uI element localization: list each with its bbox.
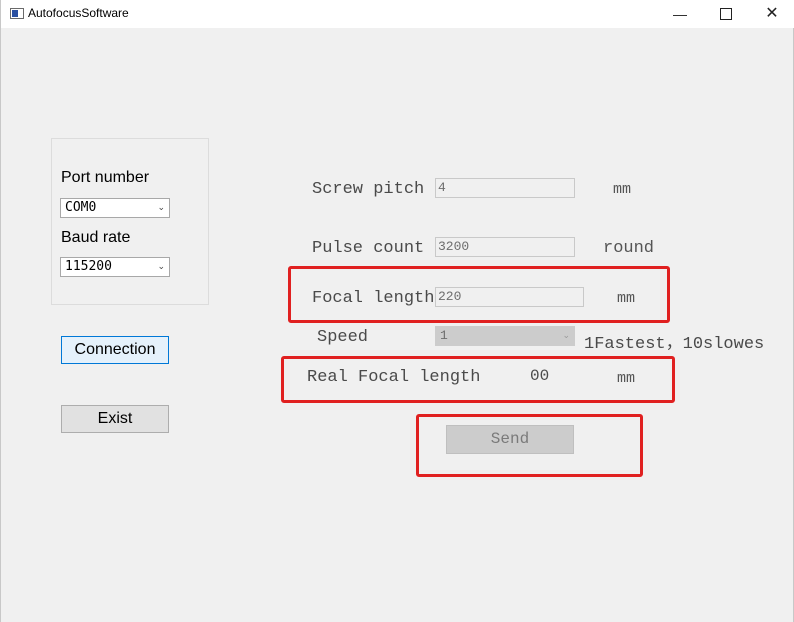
chevron-down-icon: ⌄ [562,331,570,341]
real-focal-length-label: Real Focal length [307,368,481,387]
speed-select[interactable]: 1 ⌄ [435,326,575,346]
chevron-down-icon: ⌄ [157,262,165,272]
minimize-button[interactable]: — [657,0,703,28]
pulse-count-input[interactable]: 3200 [435,237,575,257]
screw-pitch-unit: mm [613,181,632,198]
baud-rate-label: Baud rate [61,229,131,246]
maximize-button[interactable] [703,0,749,28]
send-button[interactable]: Send [446,425,574,454]
real-focal-length-unit: mm [617,370,636,387]
screw-pitch-input[interactable]: 4 [435,178,575,198]
connection-button[interactable]: Connection [61,336,169,364]
app-window: AutofocusSoftware — ✕ Port number COM0 ⌄… [0,0,794,622]
focal-length-label: Focal length [312,289,435,308]
screw-pitch-label: Screw pitch [312,180,425,199]
baud-rate-select[interactable]: 115200 ⌄ [60,257,170,277]
speed-label: Speed [317,328,369,347]
baud-rate-value: 115200 [65,259,112,274]
port-number-select[interactable]: COM0 ⌄ [60,198,170,218]
window-title: AutofocusSoftware [28,6,129,20]
title-bar: AutofocusSoftware — ✕ [1,0,794,28]
chevron-down-icon: ⌄ [157,203,165,213]
connection-group [51,138,209,305]
pulse-count-label: Pulse count [312,239,425,258]
app-icon [10,8,24,19]
speed-value: 1 [440,328,448,343]
speed-hint: 1Fastest，10slowes [584,335,765,354]
real-focal-length-value: 00 [530,367,550,385]
port-number-label: Port number [61,169,150,186]
maximize-icon [720,8,732,21]
exit-button[interactable]: Exist [61,405,169,433]
focal-length-input[interactable]: 220 [435,287,584,307]
focal-length-unit: mm [617,290,636,307]
port-number-value: COM0 [65,200,97,215]
close-button[interactable]: ✕ [749,0,794,28]
pulse-count-unit: round [603,239,655,258]
